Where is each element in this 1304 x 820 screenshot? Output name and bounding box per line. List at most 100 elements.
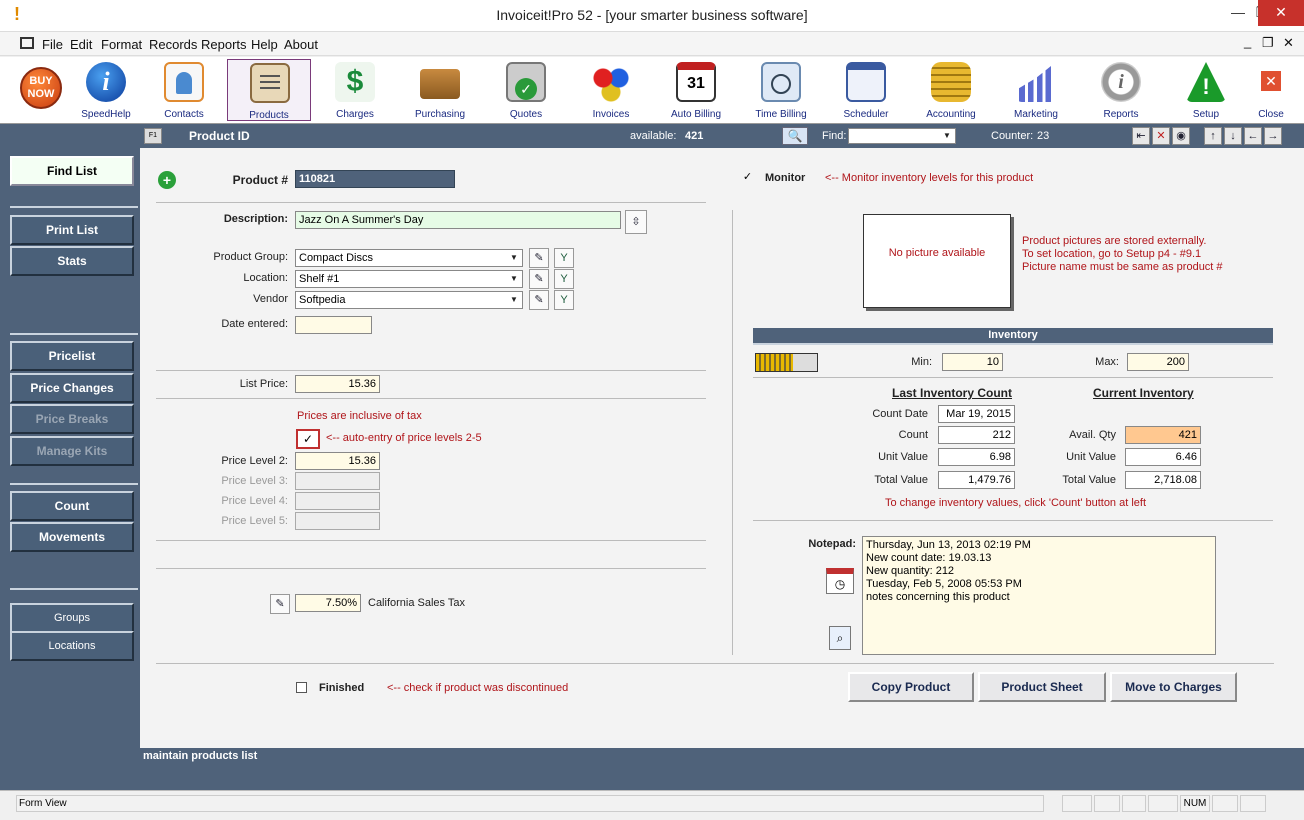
goto-record-icon[interactable]: ⇤: [1132, 127, 1150, 145]
price-level-4-field[interactable]: [295, 492, 380, 510]
edit-location-icon[interactable]: ✎: [529, 269, 549, 289]
count-date-label: Count Date: [872, 408, 928, 420]
count-date-field[interactable]: Mar 19, 2015: [938, 405, 1015, 423]
find-list-button[interactable]: Find List: [10, 156, 134, 186]
close-window-button[interactable]: ✕: [1258, 0, 1304, 26]
edit-vendor-icon[interactable]: ✎: [529, 290, 549, 310]
toolbar-close[interactable]: ✕ Close: [1229, 59, 1304, 121]
date-entered-field[interactable]: [295, 316, 372, 334]
movements-button[interactable]: Movements: [10, 522, 134, 552]
product-group-select[interactable]: Compact Discs ▼: [295, 249, 523, 267]
add-record-icon[interactable]: +: [158, 171, 176, 189]
menu-format[interactable]: Format: [101, 37, 142, 52]
toolbar-reports[interactable]: i Reports: [1079, 59, 1163, 121]
toolbar-marketing[interactable]: Marketing: [994, 59, 1078, 121]
mdi-restore-button[interactable]: ❐: [1262, 35, 1274, 51]
monitor-checkbox[interactable]: ✓: [741, 172, 754, 185]
divider: [753, 377, 1273, 378]
minimize-button[interactable]: —: [1224, 0, 1252, 26]
nav-up-button[interactable]: ↑: [1204, 127, 1222, 145]
notepad-field[interactable]: Thursday, Jun 13, 2013 02:19 PM New coun…: [862, 536, 1216, 655]
unit-value-field[interactable]: 6.98: [938, 448, 1015, 466]
product-picture[interactable]: No picture available: [863, 214, 1011, 308]
find-dropdown[interactable]: ▼: [848, 128, 956, 144]
mdi-close-button[interactable]: ✕: [1283, 35, 1294, 51]
product-number-field[interactable]: 110821: [295, 170, 455, 188]
expand-description-icon[interactable]: ⇳: [625, 210, 647, 234]
record-title: Product ID: [189, 129, 250, 143]
price-level-3-field[interactable]: [295, 472, 380, 490]
delete-record-icon[interactable]: ✕: [1152, 127, 1170, 145]
toolbar-speedhelp[interactable]: i SpeedHelp: [64, 59, 148, 121]
total-value-field[interactable]: 1,479.76: [938, 471, 1015, 489]
price-level-5-field[interactable]: [295, 512, 380, 530]
toolbar-charges[interactable]: $ Charges: [313, 59, 397, 121]
print-list-button[interactable]: Print List: [10, 215, 134, 245]
f1-button[interactable]: F1: [144, 128, 162, 144]
tax-rate-field[interactable]: 7.50%: [295, 594, 361, 612]
toolbar-contacts[interactable]: Contacts: [142, 59, 226, 121]
auto-entry-checkbox[interactable]: ✓: [296, 429, 320, 449]
notepad-search-icon[interactable]: ⌕: [829, 626, 851, 650]
toolbar-accounting[interactable]: Accounting: [909, 59, 993, 121]
groups-button[interactable]: Groups: [10, 603, 134, 633]
status-panel: [1062, 795, 1092, 812]
location-select[interactable]: Shelf #1 ▼: [295, 270, 523, 288]
current-unit-value-field[interactable]: 6.46: [1125, 448, 1201, 466]
avail-qty-field[interactable]: 421: [1125, 426, 1201, 444]
menu-about[interactable]: About: [284, 37, 318, 52]
max-field[interactable]: 200: [1127, 353, 1189, 371]
mdi-minimize-button[interactable]: _: [1244, 34, 1251, 49]
price-changes-button[interactable]: Price Changes: [10, 373, 134, 403]
filter-vendor-icon[interactable]: Y: [554, 290, 574, 310]
toolbar-scheduler[interactable]: Scheduler: [824, 59, 908, 121]
filter-group-icon[interactable]: Y: [554, 248, 574, 268]
product-group-label: Product Group:: [213, 251, 288, 263]
status-panel: [1148, 795, 1178, 812]
menu-records[interactable]: Records: [149, 37, 197, 52]
toolbar-purchasing[interactable]: Purchasing: [398, 59, 482, 121]
bar-chart-icon: [1016, 62, 1056, 102]
nav-right-button[interactable]: →: [1264, 127, 1282, 145]
move-to-charges-button[interactable]: Move to Charges: [1110, 672, 1237, 702]
current-total-value-field[interactable]: 2,718.08: [1125, 471, 1201, 489]
menu-reports[interactable]: Reports: [201, 37, 247, 52]
toolbar-auto-billing[interactable]: 31 Auto Billing: [654, 59, 738, 121]
price-breaks-button[interactable]: Price Breaks: [10, 404, 134, 434]
min-field[interactable]: 10: [942, 353, 1003, 371]
inventory-title-bar: Inventory: [753, 328, 1273, 345]
calendar-clock-icon[interactable]: ◷: [826, 568, 854, 594]
finished-checkbox[interactable]: [296, 682, 307, 693]
filter-location-icon[interactable]: Y: [554, 269, 574, 289]
toolbar-time-billing[interactable]: Time Billing: [739, 59, 823, 121]
toolbar-products[interactable]: Products: [227, 59, 311, 121]
status-panel: [1122, 795, 1146, 812]
count-field[interactable]: 212: [938, 426, 1015, 444]
count-button[interactable]: Count: [10, 491, 134, 521]
nav-down-button[interactable]: ↓: [1224, 127, 1242, 145]
nav-left-button[interactable]: ←: [1244, 127, 1262, 145]
toolbar-quotes[interactable]: ✓ Quotes: [484, 59, 568, 121]
binoculars-icon[interactable]: ◉: [1172, 127, 1190, 145]
manage-kits-button[interactable]: Manage Kits: [10, 436, 134, 466]
pricelist-button[interactable]: Pricelist: [10, 341, 134, 371]
price-level-2-field[interactable]: 15.36: [295, 452, 380, 470]
vendor-select[interactable]: Softpedia ▼: [295, 291, 523, 309]
toolbar-invoices[interactable]: Invoices: [569, 59, 653, 121]
menu-help[interactable]: Help: [251, 37, 278, 52]
description-field[interactable]: Jazz On A Summer's Day: [295, 211, 621, 229]
stats-button[interactable]: Stats: [10, 246, 134, 276]
edit-tax-icon[interactable]: ✎: [270, 594, 290, 614]
edit-group-icon[interactable]: ✎: [529, 248, 549, 268]
form-menu-icon[interactable]: [20, 37, 34, 49]
menu-file[interactable]: File: [42, 37, 63, 52]
divider: [156, 540, 706, 541]
locations-button[interactable]: Locations: [10, 631, 134, 661]
divider: [156, 370, 706, 371]
product-sheet-button[interactable]: Product Sheet: [978, 672, 1106, 702]
find-magnifier-icon[interactable]: 🔍: [782, 127, 808, 145]
menu-edit[interactable]: Edit: [70, 37, 92, 52]
gears-icon: [591, 62, 631, 102]
copy-product-button[interactable]: Copy Product: [848, 672, 974, 702]
list-price-field[interactable]: 15.36: [295, 375, 380, 393]
